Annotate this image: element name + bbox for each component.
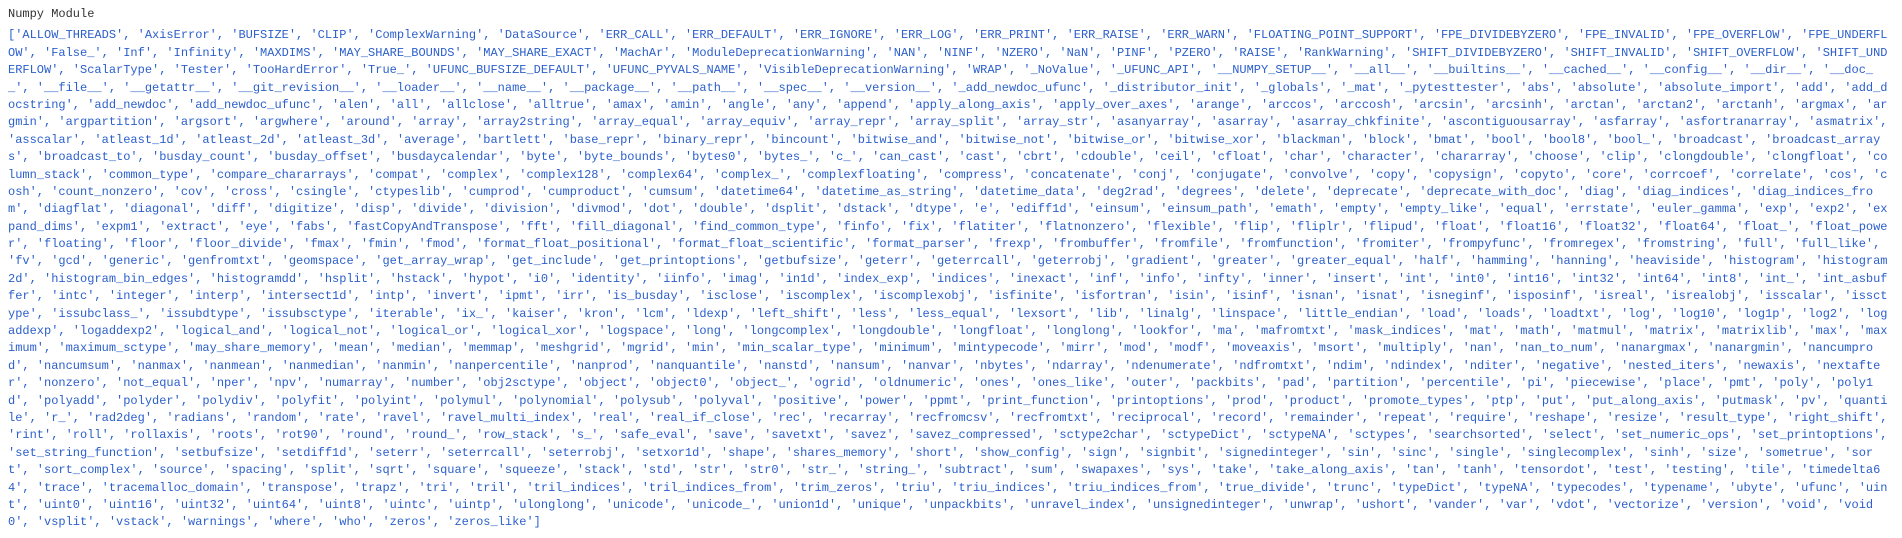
section-title: Numpy Module xyxy=(8,6,1894,23)
numpy-dir-listing: ['ALLOW_THREADS', 'AxisError', 'BUFSIZE'… xyxy=(8,27,1894,531)
